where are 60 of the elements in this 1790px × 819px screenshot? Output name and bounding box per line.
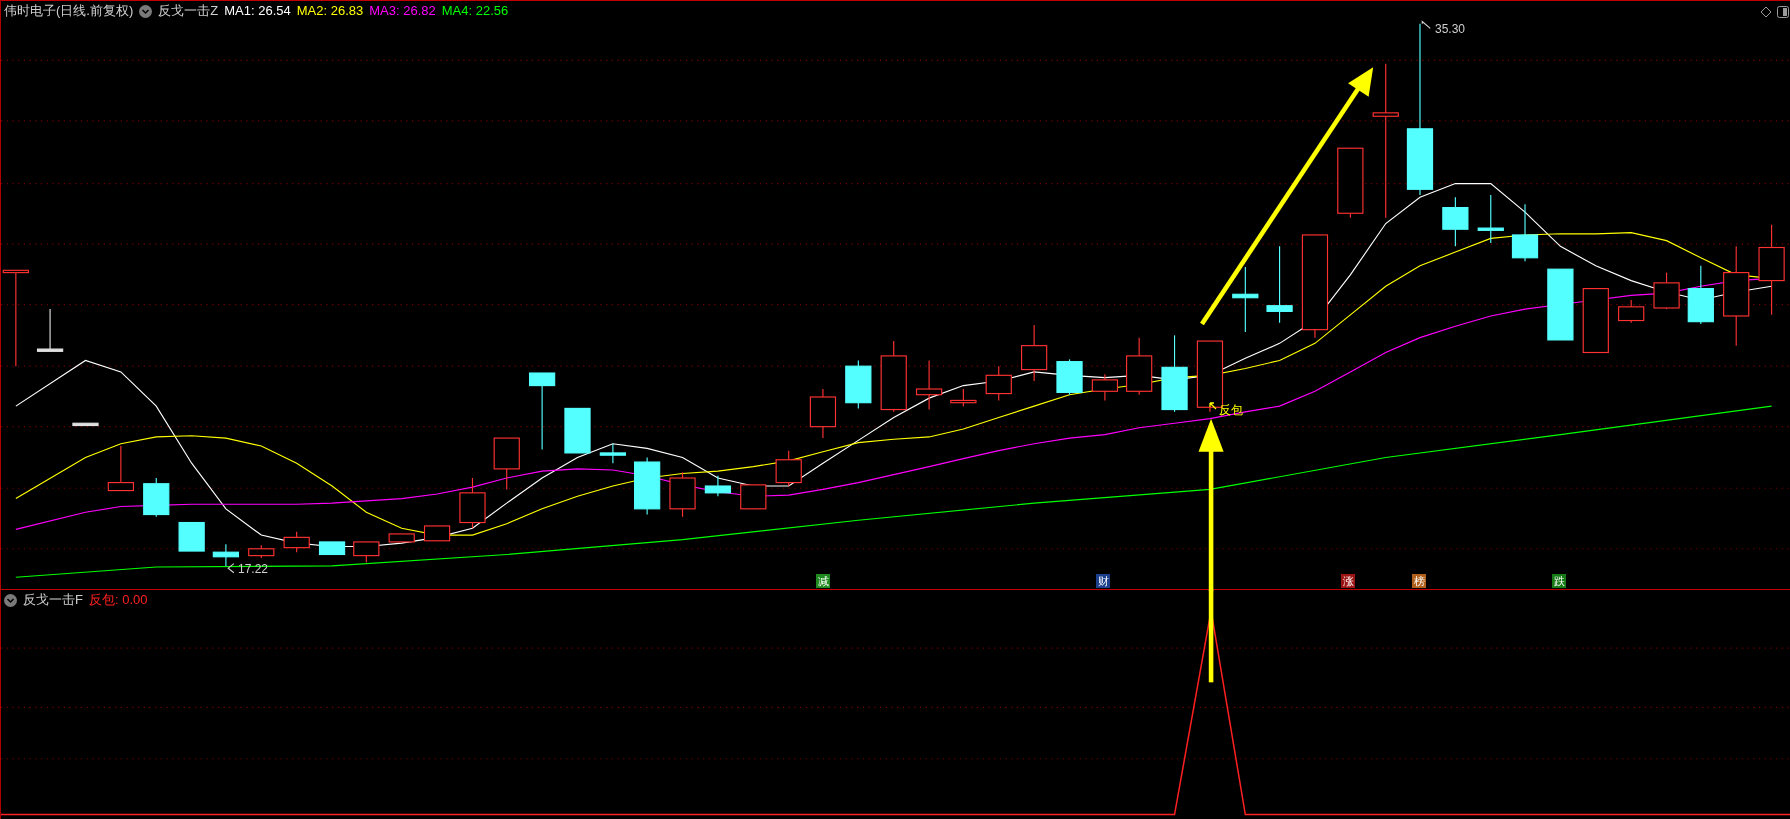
diamond-icon[interactable] <box>1760 6 1772 18</box>
candlestick <box>143 477 170 518</box>
candlestick <box>388 533 415 543</box>
candlestick <box>318 541 346 556</box>
candlestick <box>809 388 837 439</box>
candlestick <box>1232 266 1259 333</box>
candlestick <box>36 308 64 352</box>
candlestick <box>599 443 627 464</box>
candlestick <box>1653 272 1680 310</box>
candlestick <box>775 450 802 487</box>
moving-average-value: MA1: 26.54 <box>224 2 291 21</box>
candlestick <box>283 531 310 553</box>
candlestick <box>353 541 380 564</box>
candlestick <box>1511 203 1539 262</box>
candlestick <box>423 525 451 542</box>
moving-average-value: MA2: 26.83 <box>296 2 364 21</box>
candlestick <box>634 456 661 516</box>
signal-marker: 减 <box>816 574 830 588</box>
signal-marker: 跌 <box>1552 574 1566 588</box>
indicator-value: 反包: 0.00 <box>88 591 148 610</box>
panel-toggle-icon[interactable] <box>1777 6 1789 18</box>
candlestick <box>740 484 767 510</box>
candlestick <box>212 543 239 567</box>
candlestick <box>1618 299 1645 324</box>
candlestick <box>1582 288 1609 354</box>
candlestick <box>669 471 696 518</box>
candlestick <box>493 437 520 490</box>
candlestick <box>564 407 591 454</box>
candlestick <box>1056 358 1083 396</box>
candlestick <box>248 544 275 559</box>
leader-line <box>1421 20 1431 29</box>
candlestick <box>107 445 134 492</box>
candlestick <box>1091 373 1119 401</box>
candlestick <box>915 359 943 411</box>
arrow-icon <box>1209 402 1217 410</box>
leader-line <box>227 563 235 574</box>
candlestick <box>704 475 732 497</box>
candlestick <box>1442 196 1469 247</box>
moving-average-value: MA3: 26.82 <box>369 2 436 21</box>
indicator-name: 反戈一击Z <box>158 2 219 21</box>
candlestick <box>985 365 1012 401</box>
candlestick <box>845 359 872 409</box>
chevron-down-icon[interactable] <box>139 4 153 18</box>
candlestick <box>1687 265 1714 325</box>
signal-marker: 涨 <box>1341 574 1355 588</box>
stock-title: 伟时电子(日线.前复权) <box>4 2 134 21</box>
signal-marker: 财 <box>1096 574 1110 588</box>
candlestick <box>1477 194 1504 244</box>
indicator-name: 反戈一击F <box>23 591 83 610</box>
candlestick <box>459 477 486 529</box>
candlestick <box>1337 147 1364 219</box>
candlestick <box>72 422 99 427</box>
candlestick <box>1021 324 1048 382</box>
signal-marker: 榜 <box>1412 574 1426 588</box>
moving-average-value: MA4: 22.56 <box>441 2 509 21</box>
candlestick <box>178 521 205 552</box>
candlestick <box>950 388 977 407</box>
candlestick <box>1126 337 1153 396</box>
chevron-down-icon[interactable] <box>4 593 17 607</box>
high-price-label: 35.30 <box>1435 21 1466 38</box>
